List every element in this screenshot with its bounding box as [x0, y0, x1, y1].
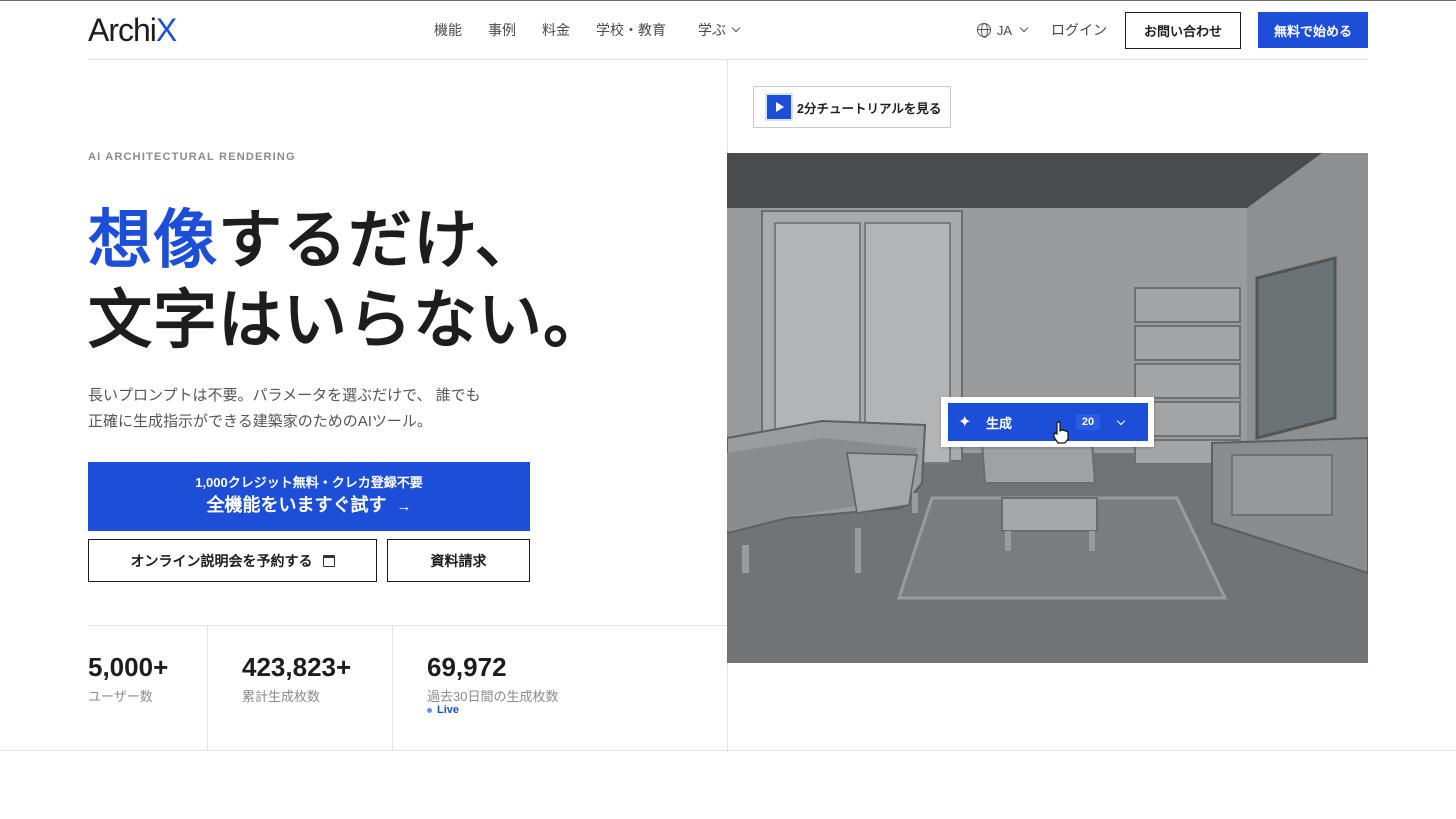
- hero-eyebrow: AI ARCHITECTURAL RENDERING: [88, 151, 296, 163]
- site-header: ArchiX 機能 事例 料金 学校・教育 学ぶ JA ログイン お問い合わせ …: [88, 0, 1368, 60]
- nav-learn-label: 学ぶ: [698, 22, 726, 38]
- headline-line2: 文字はいらない。: [88, 284, 608, 356]
- generate-control: ✦ 生成 20: [941, 397, 1154, 447]
- stat-label: 過去30日間の生成枚数: [427, 689, 559, 704]
- start-free-button[interactable]: 無料で始める: [1258, 12, 1368, 48]
- stat-label: ユーザー数: [88, 689, 153, 704]
- headline-highlight: 想像: [88, 204, 218, 276]
- nav-item-cases[interactable]: 事例: [488, 20, 516, 40]
- chevron-down-icon[interactable]: [1116, 416, 1126, 425]
- generate-button[interactable]: ✦ 生成 20: [948, 403, 1148, 441]
- chevron-down-icon: [1019, 23, 1029, 33]
- language-label: JA: [996, 22, 1012, 38]
- live-label: Live: [437, 704, 460, 716]
- nav-item-education[interactable]: 学校・教育: [596, 20, 666, 40]
- globe-icon: [976, 23, 991, 38]
- try-all-features-button[interactable]: 1,000クレジット無料・クレカ登録不要 全機能をいますぐ試す →: [88, 462, 530, 531]
- arrow-right-icon: →: [396, 498, 412, 515]
- login-link[interactable]: ログイン: [1051, 20, 1107, 40]
- hero-description: 長いプロンプトは不要。パラメータを選ぶだけで、 誰でも 正確に生成指示ができる建…: [88, 383, 508, 435]
- request-docs-button[interactable]: 資料請求: [387, 539, 530, 582]
- nav-item-learn[interactable]: 学ぶ: [698, 20, 741, 40]
- headline-line1: するだけ、: [218, 204, 540, 276]
- chevron-down-icon: [731, 23, 741, 33]
- logo[interactable]: ArchiX: [88, 12, 177, 48]
- hero-headline: 想像するだけ、 文字はいらない。: [88, 200, 608, 360]
- section-bottom-border: [0, 750, 1456, 751]
- nav-item-pricing[interactable]: 料金: [542, 20, 570, 40]
- description-line2: 正確に生成指示ができる建築家のためのAIツール。: [88, 413, 432, 430]
- live-badge: Live: [427, 704, 459, 716]
- stat-value: 5,000+: [88, 652, 169, 682]
- calendar-icon: [322, 554, 335, 567]
- description-line1: 長いプロンプトは不要。パラメータを選ぶだけで、 誰でも: [88, 387, 481, 404]
- stat-label: 累計生成枚数: [242, 689, 321, 704]
- stat-separator: [392, 626, 393, 750]
- stat-value: 423,823+: [242, 652, 352, 682]
- main-nav: 機能 事例 料金 学校・教育 学ぶ: [434, 0, 765, 60]
- tutorial-label: 2分チュートリアルを見る: [797, 101, 942, 116]
- sparkle-icon: ✦: [958, 414, 972, 431]
- generate-count: 20: [1076, 414, 1100, 430]
- contact-button[interactable]: お問い合わせ: [1124, 11, 1241, 49]
- hand-cursor-icon: [1053, 421, 1069, 444]
- stat-value: 69,972: [427, 652, 507, 682]
- tutorial-video-button[interactable]: 2分チュートリアルを見る: [753, 86, 951, 128]
- cta-label: 全機能をいますぐ試す: [206, 495, 387, 515]
- seminar-label: オンライン説明会を予約する: [130, 552, 313, 569]
- nav-item-features[interactable]: 機能: [434, 20, 462, 40]
- stat-separator: [207, 626, 208, 750]
- stats-divider: [88, 625, 728, 626]
- live-dot-icon: [427, 707, 432, 713]
- book-seminar-button[interactable]: オンライン説明会を予約する: [88, 539, 377, 582]
- cta-subtext: 1,000クレジット無料・クレカ登録不要: [195, 475, 423, 490]
- language-selector[interactable]: JA: [976, 22, 1029, 38]
- play-icon: [765, 93, 793, 121]
